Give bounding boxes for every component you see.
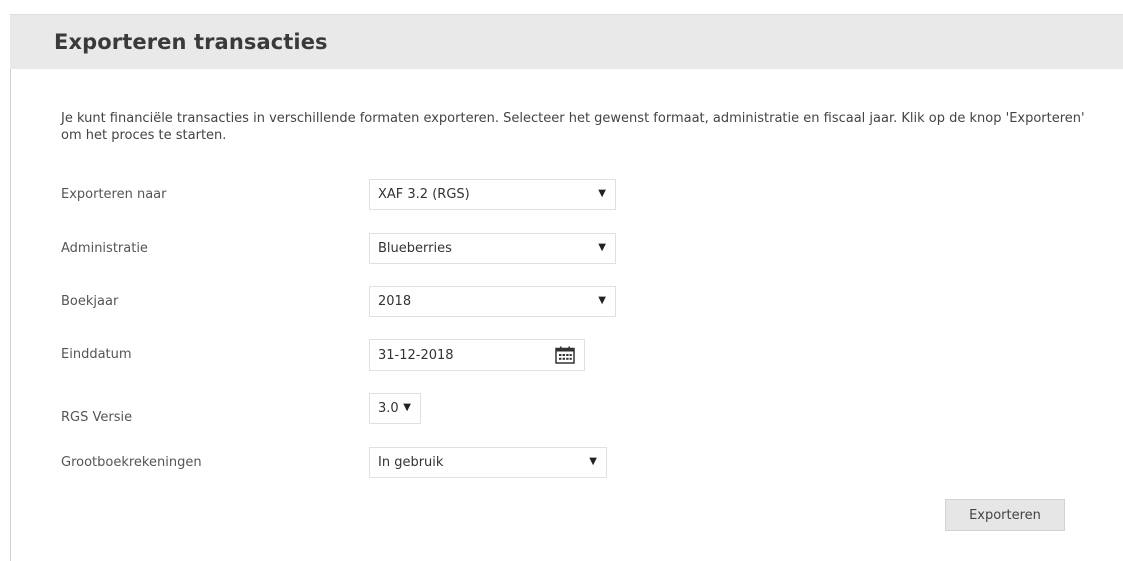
export-to-value: XAF 3.2 (RGS) — [378, 187, 470, 202]
end-date-input[interactable]: 31-12-2018 — [369, 339, 585, 371]
export-transactions-page: Exporteren transacties Je kunt financiël… — [0, 0, 1123, 561]
calendar-icon[interactable] — [555, 346, 575, 364]
intro-text: Je kunt financiële transacties in versch… — [61, 111, 1085, 143]
page-left-border — [10, 14, 11, 561]
ledger-accounts-select[interactable]: In gebruik ▼ — [369, 447, 607, 478]
caret-down-icon: ▼ — [598, 295, 606, 306]
rgs-version-value: 3.0 — [378, 401, 399, 416]
page-header: Exporteren transacties — [10, 14, 1123, 69]
administration-value: Blueberries — [378, 241, 452, 256]
export-to-label: Exporteren naar — [61, 187, 167, 202]
caret-down-icon: ▼ — [589, 456, 597, 467]
caret-down-icon: ▼ — [598, 188, 606, 199]
export-to-select[interactable]: XAF 3.2 (RGS) ▼ — [369, 179, 616, 210]
ledger-accounts-label: Grootboekrekeningen — [61, 455, 202, 470]
end-date-label: Einddatum — [61, 347, 132, 362]
export-button[interactable]: Exporteren — [945, 499, 1065, 531]
caret-down-icon: ▼ — [403, 402, 411, 413]
page-title: Exporteren transacties — [54, 30, 328, 54]
administration-label: Administratie — [61, 241, 148, 256]
rgs-version-label: RGS Versie — [61, 410, 133, 425]
caret-down-icon: ▼ — [598, 242, 606, 253]
rgs-version-select[interactable]: 3.0 ▼ — [369, 393, 421, 424]
ledger-accounts-value: In gebruik — [378, 455, 444, 470]
administration-select[interactable]: Blueberries ▼ — [369, 233, 616, 264]
fiscal-year-select[interactable]: 2018 ▼ — [369, 286, 616, 317]
fiscal-year-label: Boekjaar — [61, 294, 119, 309]
fiscal-year-value: 2018 — [378, 294, 412, 309]
end-date-value: 31-12-2018 — [378, 348, 454, 363]
